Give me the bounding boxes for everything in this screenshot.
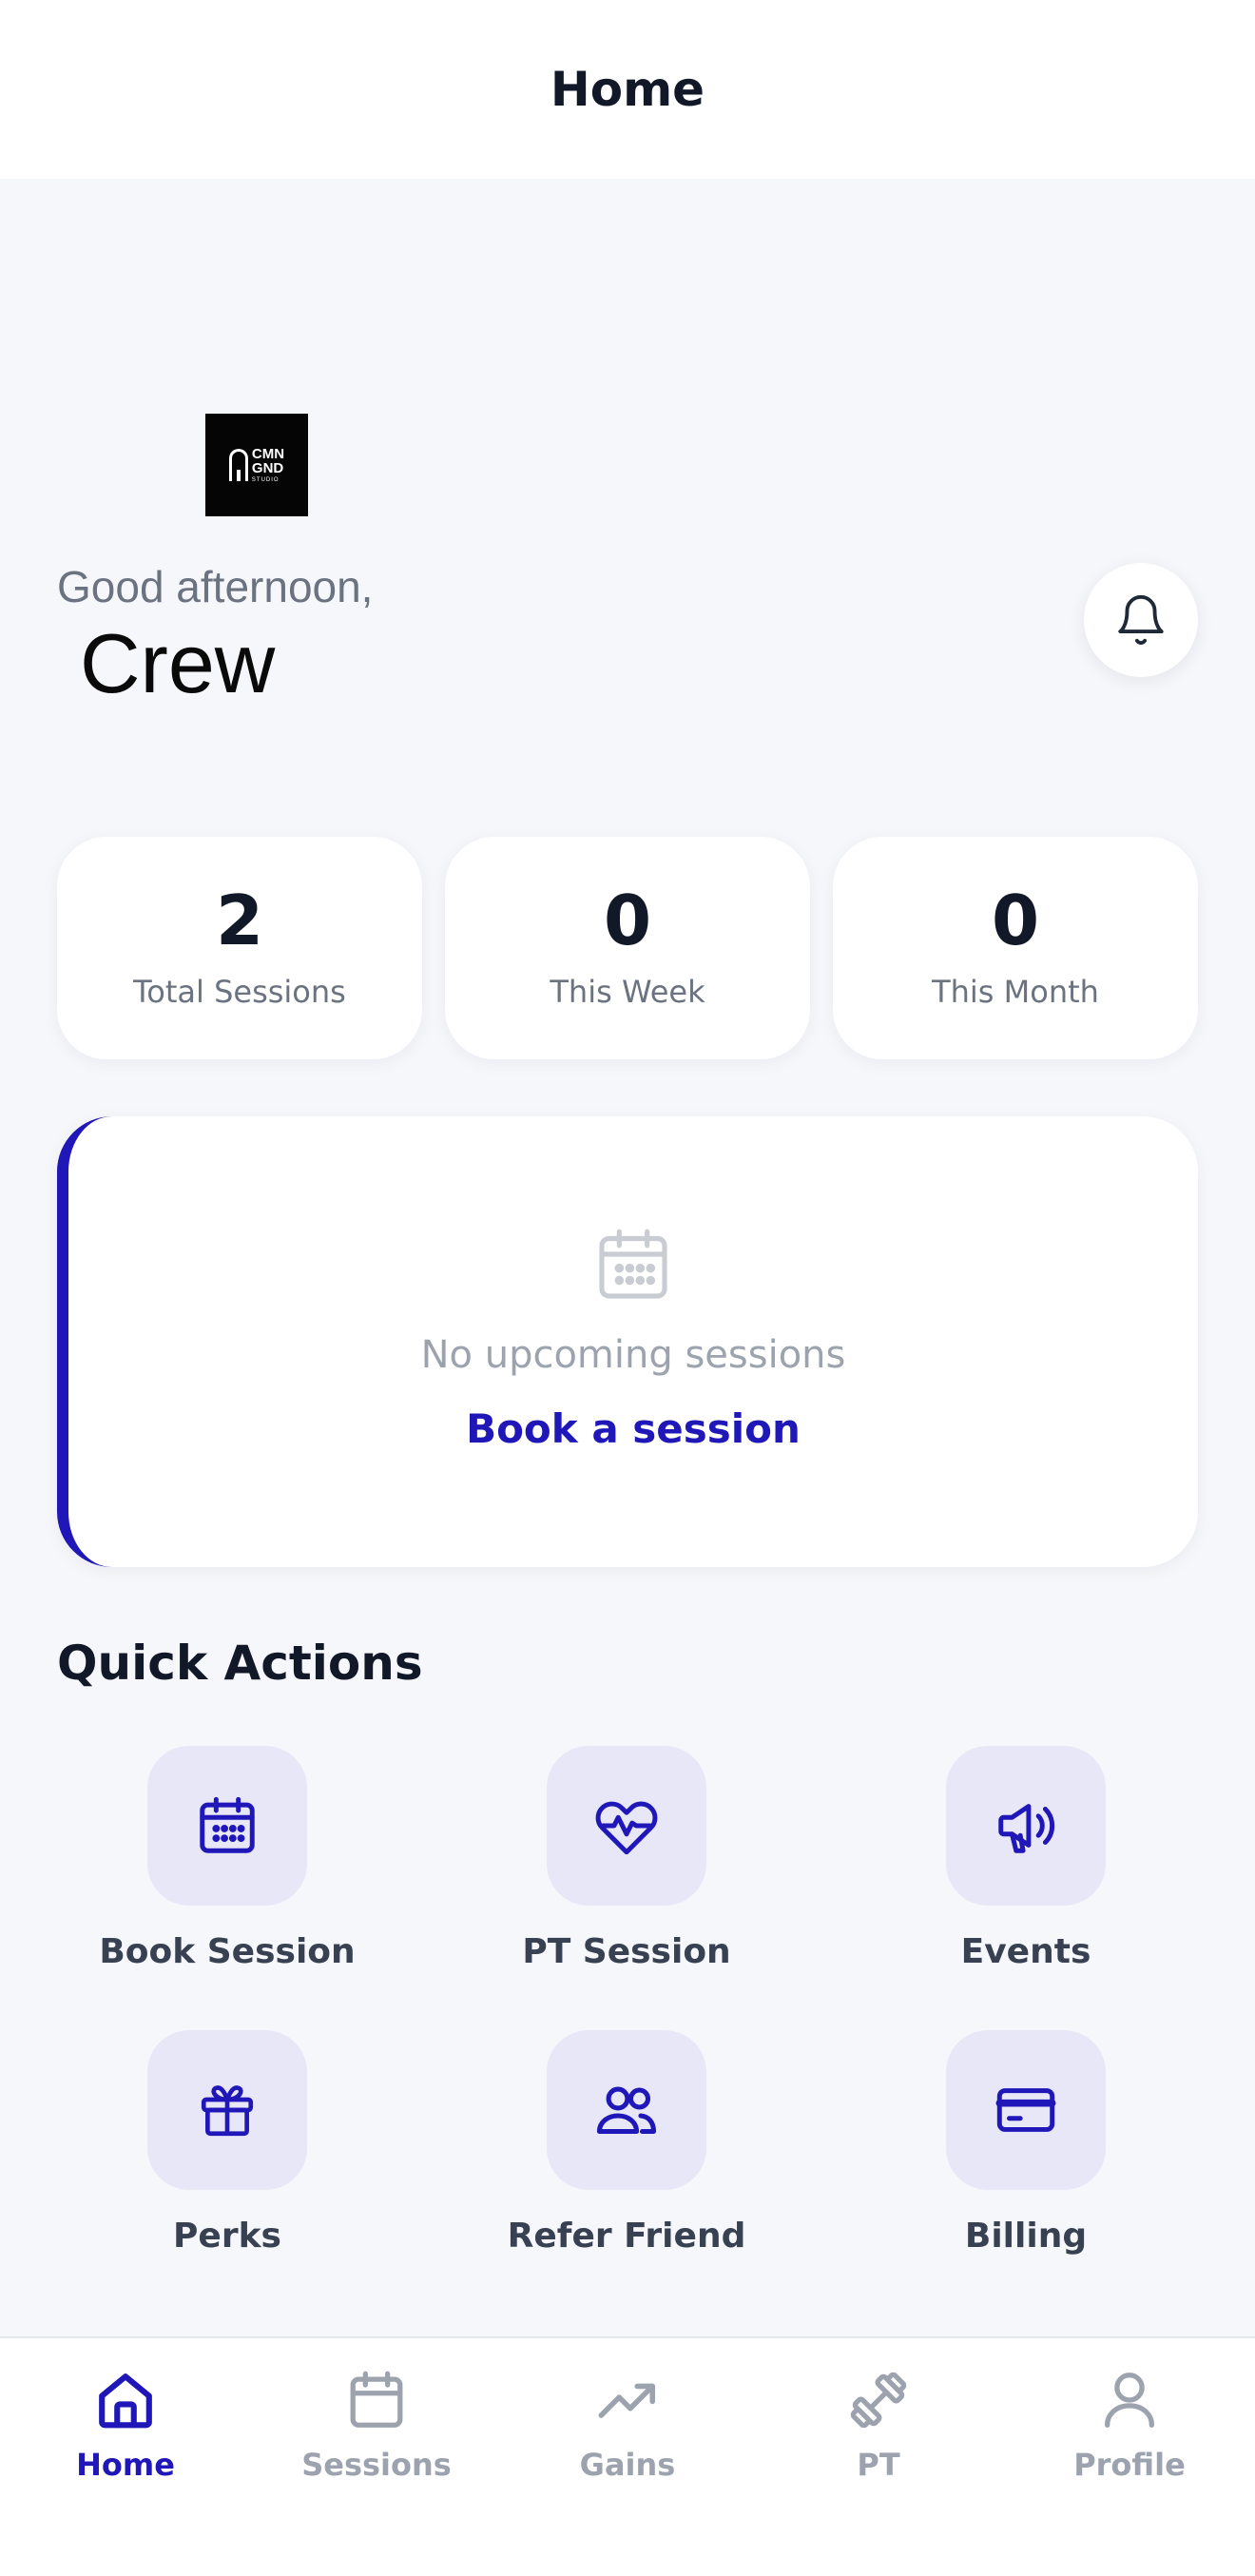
quick-action-label: Events (960, 1932, 1091, 1971)
nav-label: Profile (1073, 2447, 1186, 2483)
quick-action-icon-tile[interactable] (547, 1746, 706, 1906)
quick-action-icon-tile[interactable] (147, 2030, 307, 2190)
user-icon (1105, 2373, 1154, 2428)
logo-arch-mark (228, 449, 248, 481)
gift-icon (201, 2085, 254, 2137)
nav-label: Sessions (301, 2447, 452, 2483)
nav-label: Home (76, 2447, 175, 2483)
trending-up-icon (598, 2383, 656, 2418)
greeting-name: Crew (80, 616, 276, 710)
heart-pulse-icon (595, 1801, 658, 1855)
nav-item-pt[interactable]: PT (753, 2338, 1004, 2576)
quick-action-label: PT Session (522, 1932, 731, 1971)
calendar-empty-icon (599, 1229, 667, 1299)
nav-item-sessions[interactable]: Sessions (251, 2338, 502, 2576)
calendar-icon (200, 1796, 255, 1853)
stat-card-total-sessions: 2 Total Sessions (57, 837, 422, 1059)
quick-action-icon-tile[interactable] (147, 1746, 307, 1906)
stat-label: Total Sessions (133, 974, 346, 1010)
home-icon (99, 2373, 152, 2429)
quick-action-label: Billing (964, 2217, 1088, 2256)
nav-label: PT (857, 2447, 900, 2483)
stats-row: 2 Total Sessions 0 This Week 0 This Mont… (57, 837, 1198, 1059)
credit-card-icon (995, 2088, 1056, 2132)
quick-actions-title: Quick Actions (57, 1636, 423, 1691)
app-header: Home (0, 0, 1255, 179)
users-icon (596, 2086, 657, 2135)
stat-card-this-month: 0 This Month (833, 837, 1198, 1059)
upcoming-sessions-card: No upcoming sessions Book a session (57, 1116, 1198, 1567)
megaphone-icon (998, 1804, 1055, 1853)
logo-subtext: STUDIO (251, 477, 280, 483)
quick-action-icon-tile[interactable] (547, 2030, 706, 2190)
quick-action-events[interactable]: Events (826, 1746, 1226, 1971)
stat-value: 0 (603, 881, 652, 960)
quick-action-billing[interactable]: Billing (826, 2030, 1226, 2256)
quick-action-icon-tile[interactable] (946, 1746, 1106, 1906)
nav-label: Gains (579, 2447, 676, 2483)
bell-icon (1118, 594, 1164, 645)
stat-value: 0 (991, 881, 1040, 960)
book-session-link[interactable]: Book a session (466, 1405, 801, 1452)
bottom-navigation: Home Sessions Gains PT Profile (0, 2336, 1255, 2576)
stat-label: This Week (550, 974, 705, 1010)
quick-action-pt-session[interactable]: PT Session (427, 1746, 826, 1971)
notifications-button[interactable] (1084, 563, 1198, 677)
quick-action-label: Book Session (99, 1932, 356, 1971)
quick-action-icon-tile[interactable] (946, 2030, 1106, 2190)
nav-item-gains[interactable]: Gains (502, 2338, 753, 2576)
quick-action-label: Refer Friend (507, 2217, 746, 2256)
studio-logo: CMN GND STUDIO (205, 414, 308, 516)
stat-card-this-week: 0 This Week (445, 837, 810, 1059)
logo-text-line-2: GND (251, 460, 284, 476)
calendar-icon (350, 2371, 403, 2428)
no-upcoming-sessions-text: No upcoming sessions (420, 1333, 846, 1377)
logo-text-line-1: CMN (251, 446, 285, 462)
quick-action-perks[interactable]: Perks (28, 2030, 427, 2256)
dumbbell-icon (850, 2372, 907, 2429)
stat-value: 2 (215, 881, 264, 960)
quick-action-label: Perks (173, 2217, 281, 2256)
stat-label: This Month (932, 974, 1099, 1010)
page-title: Home (550, 62, 705, 117)
nav-item-profile[interactable]: Profile (1004, 2338, 1255, 2576)
quick-action-refer-friend[interactable]: Refer Friend (427, 2030, 826, 2256)
nav-item-home[interactable]: Home (0, 2338, 251, 2576)
greeting-salutation: Good afternoon, (57, 562, 374, 611)
quick-action-book-session[interactable]: Book Session (28, 1746, 427, 1971)
